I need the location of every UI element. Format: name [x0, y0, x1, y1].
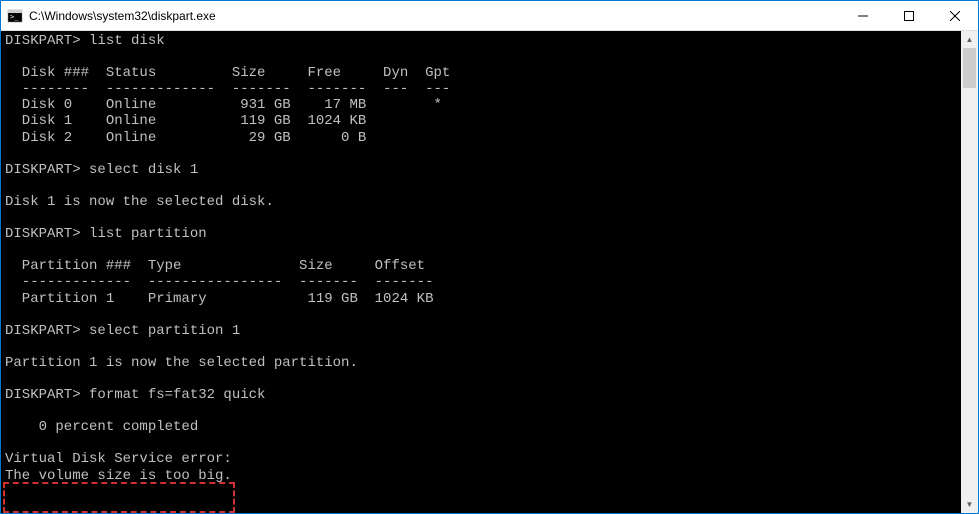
output-line: The volume size is too big. [5, 468, 232, 484]
scroll-thumb[interactable] [963, 48, 976, 88]
output-line: Disk 2 Online 29 GB 0 B [5, 130, 366, 146]
output-line: DISKPART> format fs=fat32 quick [5, 387, 265, 403]
output-line: ------------- ---------------- ------- -… [5, 274, 433, 290]
output-line: 0 percent completed [5, 419, 198, 435]
output-line: -------- ------------- ------- ------- -… [5, 81, 450, 97]
scroll-down-icon[interactable]: ▼ [961, 496, 978, 513]
output-line: DISKPART> select disk 1 [5, 162, 198, 178]
output-line: Partition ### Type Size Offset [5, 258, 425, 274]
output-line: Partition 1 Primary 119 GB 1024 KB [5, 291, 433, 307]
output-line: DISKPART> select partition 1 [5, 323, 240, 339]
close-button[interactable] [932, 1, 978, 30]
output-line: Disk 0 Online 931 GB 17 MB * [5, 97, 442, 113]
console-area: DISKPART> list disk Disk ### Status Size… [1, 31, 978, 513]
diskpart-window: >_ C:\Windows\system32\diskpart.exe DISK… [0, 0, 979, 514]
scroll-track[interactable] [961, 48, 978, 496]
output-line: Disk ### Status Size Free Dyn Gpt [5, 65, 450, 81]
maximize-button[interactable] [886, 1, 932, 30]
output-line: Virtual Disk Service error: [5, 451, 232, 467]
cmd-icon: >_ [7, 8, 23, 24]
output-line: DISKPART> list partition [5, 226, 207, 242]
scrollbar[interactable]: ▲ ▼ [961, 31, 978, 513]
output-line: Disk 1 is now the selected disk. [5, 194, 274, 210]
scroll-up-icon[interactable]: ▲ [961, 31, 978, 48]
output-line: Partition 1 is now the selected partitio… [5, 355, 358, 371]
window-controls [840, 1, 978, 30]
output-line: DISKPART> list disk [5, 33, 165, 49]
window-title: C:\Windows\system32\diskpart.exe [29, 9, 840, 23]
titlebar[interactable]: >_ C:\Windows\system32\diskpart.exe [1, 1, 978, 31]
output-line: Disk 1 Online 119 GB 1024 KB [5, 113, 366, 129]
svg-text:>_: >_ [10, 13, 19, 21]
minimize-button[interactable] [840, 1, 886, 30]
console-output[interactable]: DISKPART> list disk Disk ### Status Size… [1, 31, 961, 513]
